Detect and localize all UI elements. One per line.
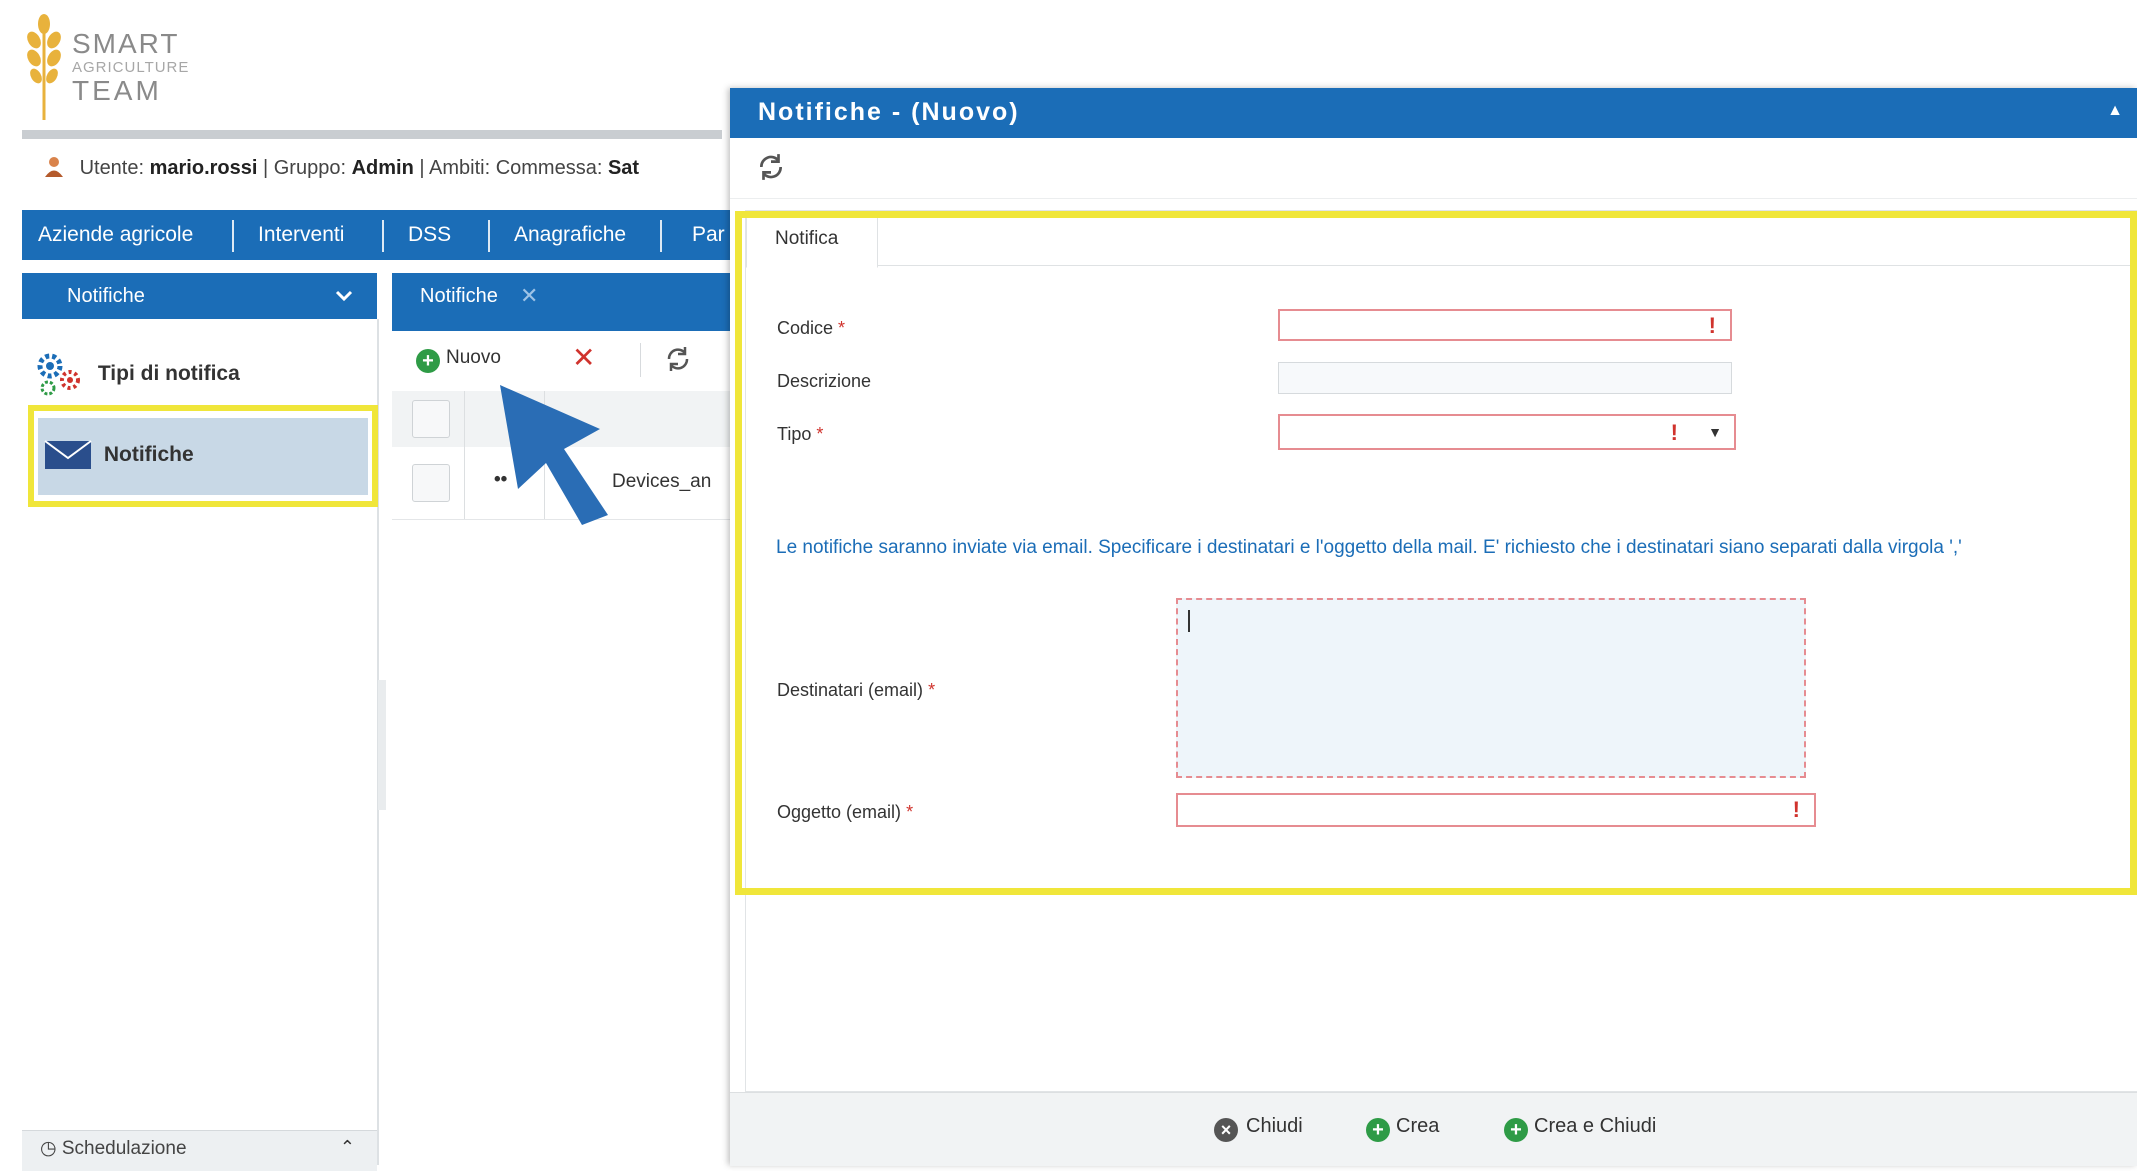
create-close-label: Crea e Chiudi [1534, 1115, 1657, 1137]
row-name: Devices_an [612, 471, 712, 492]
panel-splitter[interactable] [378, 680, 386, 810]
user-label: Utente: [79, 157, 145, 179]
collapse-icon[interactable]: ▲ [2107, 102, 2123, 120]
refresh-icon[interactable] [664, 345, 692, 373]
tab-label: Notifiche [420, 285, 498, 307]
nav-item-anagrafiche[interactable]: Anagrafiche [514, 210, 626, 260]
close-button[interactable]: × Chiudi [1214, 1115, 1303, 1142]
nav-separator [660, 220, 662, 252]
close-icon: × [1214, 1118, 1238, 1142]
schedulazione-label: ◷ Schedulazione [40, 1137, 187, 1160]
nav-item-par[interactable]: Par [692, 210, 725, 260]
tree-item-tipi-notifica[interactable]: Tipi di notifica [36, 352, 240, 396]
new-button[interactable]: + Nuovo [416, 347, 501, 373]
logo-text: SMART AGRICULTURE TEAM [72, 30, 189, 105]
column-divider [464, 391, 465, 447]
clock-icon: ◷ [40, 1138, 62, 1159]
tree-item-label: Tipi di notifica [97, 362, 240, 385]
highlight-box-left [28, 405, 378, 507]
left-panel-header[interactable]: Notifiche [22, 273, 377, 319]
gears-icon [37, 353, 80, 396]
add-icon: + [1366, 1118, 1390, 1142]
scope-name: Sat [607, 157, 640, 179]
highlight-box-form [735, 211, 2137, 895]
logo-line-2: AGRICULTURE [72, 59, 190, 76]
close-label: Chiudi [1246, 1115, 1303, 1137]
nav-separator [382, 220, 384, 252]
nav-separator [232, 220, 234, 252]
close-tab-icon[interactable]: ✕ [520, 283, 538, 309]
user-name: mario.rossi [149, 157, 258, 179]
add-icon: + [416, 349, 440, 373]
add-icon: + [1504, 1118, 1528, 1142]
column-divider [464, 447, 465, 519]
logo-line-1: SMART [72, 28, 180, 59]
modal-title-bar: Notifiche - (Nuovo) ▲ [730, 88, 2137, 138]
nav-item-dss[interactable]: DSS [408, 210, 451, 260]
modal-footer: × Chiudi + Crea + Crea e Chiudi [730, 1092, 2137, 1166]
chevron-down-icon[interactable] [333, 285, 355, 307]
user-icon [45, 157, 63, 177]
left-panel-title: Notifiche [67, 285, 145, 307]
schedulazione-text: Schedulazione [61, 1138, 187, 1159]
nav-item-interventi[interactable]: Interventi [258, 210, 344, 260]
create-button[interactable]: + Crea [1366, 1115, 1439, 1142]
logo-line-3: TEAM [72, 75, 162, 106]
user-info: Utente: mario.rossi | Gruppo: Admin | Am… [44, 156, 639, 180]
modal-toolbar [730, 138, 2137, 199]
create-label: Crea [1396, 1115, 1440, 1137]
create-and-close-button[interactable]: + Crea e Chiudi [1504, 1115, 1656, 1142]
chevron-up-icon[interactable]: ⌃ [340, 1137, 355, 1158]
group-name: Admin [351, 157, 414, 179]
select-all-checkbox[interactable] [412, 400, 450, 438]
new-label: Nuovo [446, 347, 501, 368]
refresh-icon[interactable] [756, 152, 786, 182]
delete-icon[interactable]: ✕ [572, 341, 595, 374]
toolbar-divider [640, 343, 641, 377]
row-checkbox[interactable] [412, 464, 450, 502]
mouse-pointer-icon [500, 385, 608, 525]
nav-item-aziende[interactable]: Aziende agricole [38, 210, 193, 260]
header-divider [22, 130, 722, 139]
scope-label: | Ambiti: Commessa: [419, 157, 603, 179]
tab-notifiche[interactable]: Notifiche ✕ [392, 273, 572, 331]
group-label: | Gruppo: [263, 157, 347, 179]
nav-separator [488, 220, 490, 252]
main-nav: Aziende agricole Interventi DSS Anagrafi… [22, 210, 742, 260]
modal-title: Notifiche - (Nuovo) [758, 98, 1020, 126]
